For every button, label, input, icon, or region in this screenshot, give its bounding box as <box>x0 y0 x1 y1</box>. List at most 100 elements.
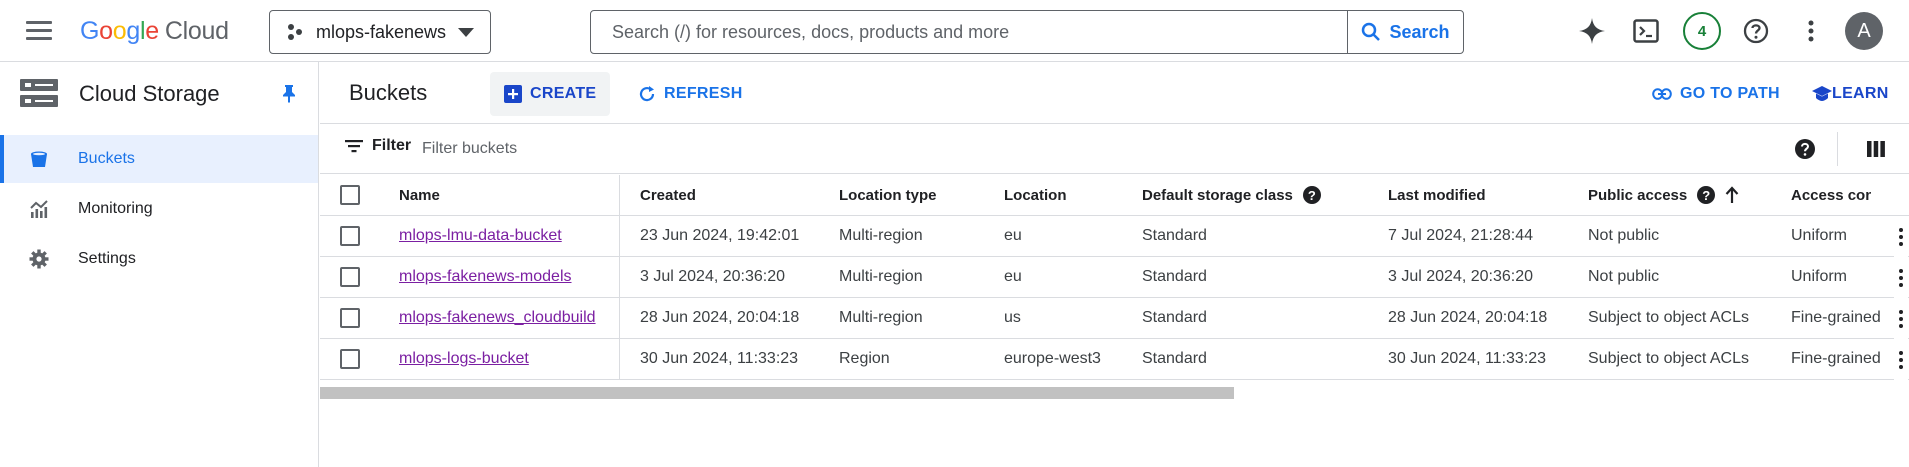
filter-input[interactable] <box>422 134 822 164</box>
gemini-spark-icon[interactable] <box>1574 13 1610 49</box>
last-modified-cell: 30 Jun 2024, 11:33:23 <box>1388 350 1547 367</box>
table-row: mlops-lmu-data-bucket 23 Jun 2024, 19:42… <box>320 216 1909 257</box>
created-cell: 30 Jun 2024, 11:33:23 <box>640 350 799 367</box>
refresh-icon <box>639 86 655 102</box>
create-button[interactable]: CREATE <box>490 72 611 116</box>
notifications-badge[interactable]: 4 <box>1683 12 1721 50</box>
row-actions-menu-icon[interactable] <box>1894 339 1908 380</box>
page-title: Buckets <box>349 80 428 105</box>
link-icon <box>1652 88 1672 100</box>
help-icon[interactable]: ? <box>1302 186 1321 204</box>
created-cell: 3 Jul 2024, 20:36:20 <box>640 268 786 285</box>
table-row: mlops-logs-bucket 30 Jun 2024, 11:33:23 … <box>320 339 1909 380</box>
sidebar-item-monitoring[interactable]: Monitoring <box>0 185 318 233</box>
row-checkbox[interactable] <box>340 226 360 246</box>
avatar[interactable]: A <box>1845 12 1883 50</box>
filter-bar: Filter <box>320 124 1909 174</box>
pin-icon[interactable] <box>279 83 299 103</box>
filter-label: Filter <box>372 137 412 154</box>
search-button[interactable]: Search <box>1347 11 1463 53</box>
storage-class-cell: Standard <box>1142 350 1207 367</box>
access-control-cell: Fine-grained <box>1791 350 1881 367</box>
sidebar-item-settings[interactable]: Settings <box>0 235 318 283</box>
access-control-cell: Fine-grained <box>1791 309 1881 326</box>
column-header-name[interactable]: Name <box>399 175 440 215</box>
public-access-header-label: Public access <box>1588 186 1688 204</box>
column-header-created[interactable]: Created <box>640 175 696 215</box>
storage-class-header-label: Default storage class <box>1142 186 1293 204</box>
scrollbar-thumb[interactable] <box>320 387 1234 399</box>
table-row: mlops-fakenews_cloudbuild 28 Jun 2024, 2… <box>320 298 1909 339</box>
bucket-name-cell: mlops-logs-bucket <box>399 339 529 379</box>
column-header-last-modified[interactable]: Last modified <box>1388 175 1486 215</box>
search-input[interactable] <box>592 12 1347 52</box>
row-actions-menu-icon[interactable] <box>1894 257 1908 298</box>
row-actions-menu-icon[interactable] <box>1894 298 1908 339</box>
more-vert-icon[interactable] <box>1793 13 1829 49</box>
last-modified-cell: 7 Jul 2024, 21:28:44 <box>1388 227 1534 244</box>
cloud-storage-icon <box>20 79 58 107</box>
created-cell: 23 Jun 2024, 19:42:01 <box>640 227 800 244</box>
bucket-icon <box>28 148 50 170</box>
create-label: CREATE <box>530 85 597 102</box>
monitoring-icon <box>28 198 50 220</box>
column-header-storage-class[interactable]: Default storage class ? <box>1142 175 1321 215</box>
sidebar-item-label: Monitoring <box>78 200 153 217</box>
project-icon <box>288 24 302 40</box>
public-access-cell: Subject to object ACLs <box>1588 350 1749 367</box>
storage-class-cell: Standard <box>1142 309 1207 326</box>
bucket-link[interactable]: mlops-lmu-data-bucket <box>399 227 562 245</box>
gear-icon <box>28 248 50 270</box>
column-header-access-control[interactable]: Access contr <box>1791 175 1871 215</box>
location-cell: us <box>1004 309 1021 326</box>
bucket-link[interactable]: mlops-logs-bucket <box>399 350 529 368</box>
column-display-icon[interactable] <box>1865 138 1887 160</box>
row-actions-menu-icon[interactable] <box>1894 216 1908 257</box>
sidebar-header: Cloud Storage <box>0 62 319 124</box>
search-box: Search <box>590 10 1464 54</box>
sidebar-item-label: Settings <box>78 250 136 267</box>
project-name: mlops-fakenews <box>316 21 447 42</box>
row-checkbox[interactable] <box>340 267 360 287</box>
cloud-shell-icon[interactable] <box>1628 13 1664 49</box>
column-header-location[interactable]: Location <box>1004 175 1067 215</box>
access-control-cell: Uniform <box>1791 268 1848 285</box>
location-type-cell: Multi-region <box>839 227 923 244</box>
help-icon[interactable] <box>1794 138 1816 160</box>
column-header-location-type[interactable]: Location type <box>839 175 937 215</box>
main-content: Buckets CREATE REFRESH GO TO PATH LEARN … <box>320 62 1909 467</box>
refresh-button[interactable]: REFRESH <box>624 72 757 116</box>
divider <box>1837 132 1838 166</box>
filter-button[interactable]: Filter <box>344 137 411 155</box>
sidebar: Cloud Storage Buckets Monitoring Setting… <box>0 62 319 467</box>
location-type-cell: Multi-region <box>839 309 923 326</box>
search-icon <box>1362 22 1381 41</box>
learn-button[interactable]: LEARN <box>1798 72 1889 116</box>
help-icon[interactable]: ? <box>1697 186 1716 204</box>
refresh-label: REFRESH <box>664 85 743 102</box>
project-picker[interactable]: mlops-fakenews <box>269 10 491 54</box>
search-button-label: Search <box>1389 21 1450 42</box>
sidebar-item-buckets[interactable]: Buckets <box>0 135 318 183</box>
row-checkbox[interactable] <box>340 308 360 328</box>
arrow-upward-icon[interactable] <box>1725 186 1739 204</box>
learn-label: LEARN <box>1832 85 1889 102</box>
row-checkbox[interactable] <box>340 349 360 369</box>
horizontal-scrollbar[interactable] <box>320 387 1909 399</box>
help-icon[interactable] <box>1738 13 1774 49</box>
google-cloud-logo[interactable]: Google Cloud <box>80 17 229 46</box>
public-access-cell: Not public <box>1588 268 1660 285</box>
menu-icon[interactable] <box>26 21 52 41</box>
column-header-public-access[interactable]: Public access ? <box>1588 175 1739 215</box>
go-to-path-button[interactable]: GO TO PATH <box>1638 72 1794 116</box>
select-all-checkbox[interactable] <box>340 185 360 205</box>
column-divider <box>619 175 620 380</box>
bucket-link[interactable]: mlops-fakenews-models <box>399 268 572 286</box>
bucket-link[interactable]: mlops-fakenews_cloudbuild <box>399 309 596 327</box>
add-box-icon <box>504 85 522 103</box>
access-control-cell: Uniform <box>1791 227 1848 244</box>
bucket-name-cell: mlops-fakenews_cloudbuild <box>399 298 596 338</box>
location-cell: europe-west3 <box>1004 350 1101 367</box>
action-bar: Buckets CREATE REFRESH GO TO PATH LEARN <box>320 62 1909 124</box>
public-access-cell: Not public <box>1588 227 1660 244</box>
